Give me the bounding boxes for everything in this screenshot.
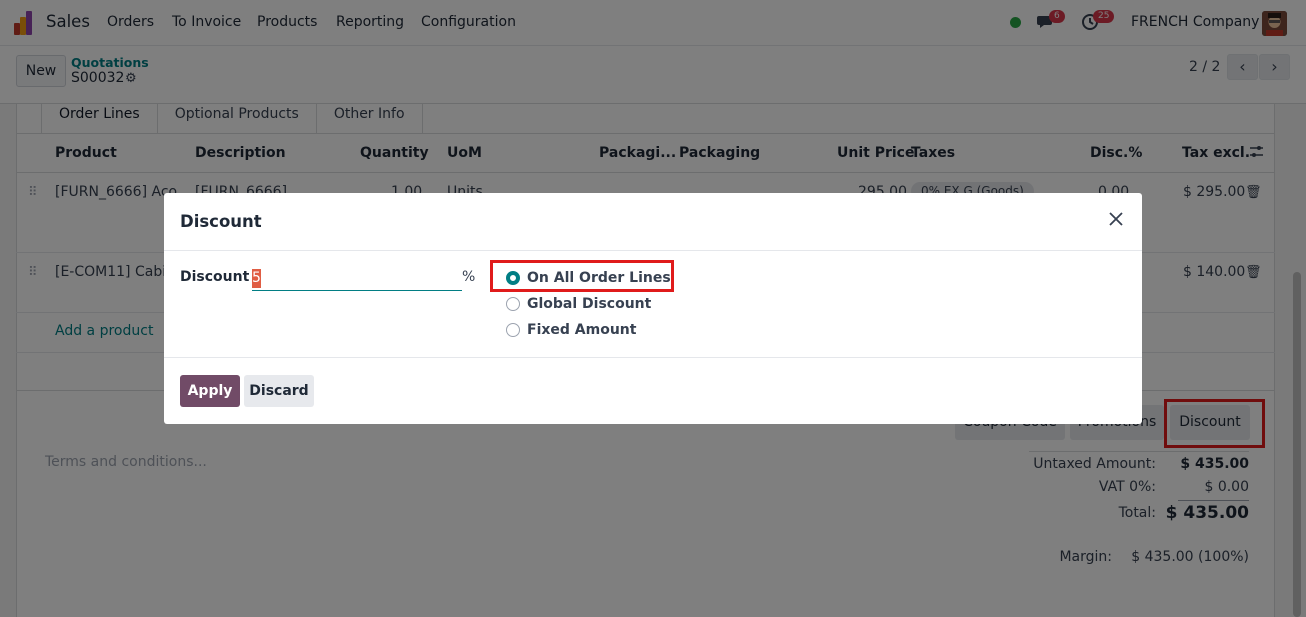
- option-highlight-box: [490, 260, 674, 292]
- close-icon[interactable]: [1108, 209, 1124, 233]
- dialog-title: Discount: [180, 212, 262, 231]
- discount-field-label: Discount: [180, 269, 250, 285]
- discount-input[interactable]: [252, 267, 462, 291]
- percent-unit: %: [462, 269, 476, 285]
- radio-unchecked-icon[interactable]: [506, 323, 520, 337]
- radio-option-fixed-amount[interactable]: Fixed Amount: [506, 322, 636, 338]
- radio-label-global-discount[interactable]: Global Discount: [527, 296, 651, 312]
- dialog-footer-divider: [164, 357, 1142, 358]
- discount-input-selection: 5: [252, 269, 261, 288]
- apply-button[interactable]: Apply: [180, 375, 240, 407]
- discard-button[interactable]: Discard: [244, 375, 314, 407]
- dialog-header-divider: [164, 250, 1142, 251]
- discount-dialog: Discount Discount 5 % On All Order Lines…: [164, 193, 1142, 424]
- radio-option-global-discount[interactable]: Global Discount: [506, 296, 651, 312]
- radio-label-fixed-amount[interactable]: Fixed Amount: [527, 322, 636, 338]
- radio-unchecked-icon[interactable]: [506, 297, 520, 311]
